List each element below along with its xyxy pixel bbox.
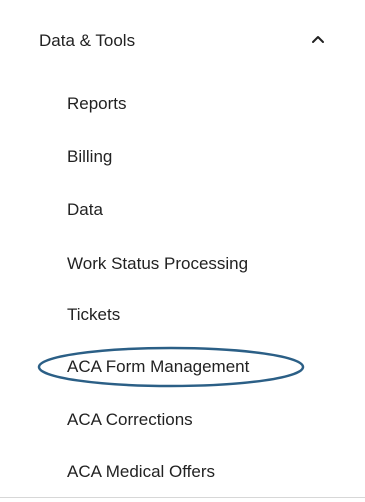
chevron-up-icon[interactable] — [311, 34, 325, 44]
section-title: Data & Tools — [39, 31, 136, 50]
menu-item-billing[interactable]: Billing — [67, 145, 112, 169]
menu-item-data[interactable]: Data — [67, 198, 103, 222]
bottom-divider — [0, 497, 365, 498]
menu-item-reports[interactable]: Reports — [67, 92, 127, 116]
menu-item-aca-corrections[interactable]: ACA Corrections — [67, 408, 193, 432]
menu-item-tickets[interactable]: Tickets — [67, 303, 120, 327]
menu-item-aca-medical-offers[interactable]: ACA Medical Offers — [67, 460, 215, 484]
data-tools-section-header[interactable]: Data & Tools — [0, 0, 365, 84]
menu-item-work-status-processing[interactable]: Work Status Processing — [67, 252, 248, 276]
menu-item-aca-form-management[interactable]: ACA Form Management — [67, 355, 249, 379]
